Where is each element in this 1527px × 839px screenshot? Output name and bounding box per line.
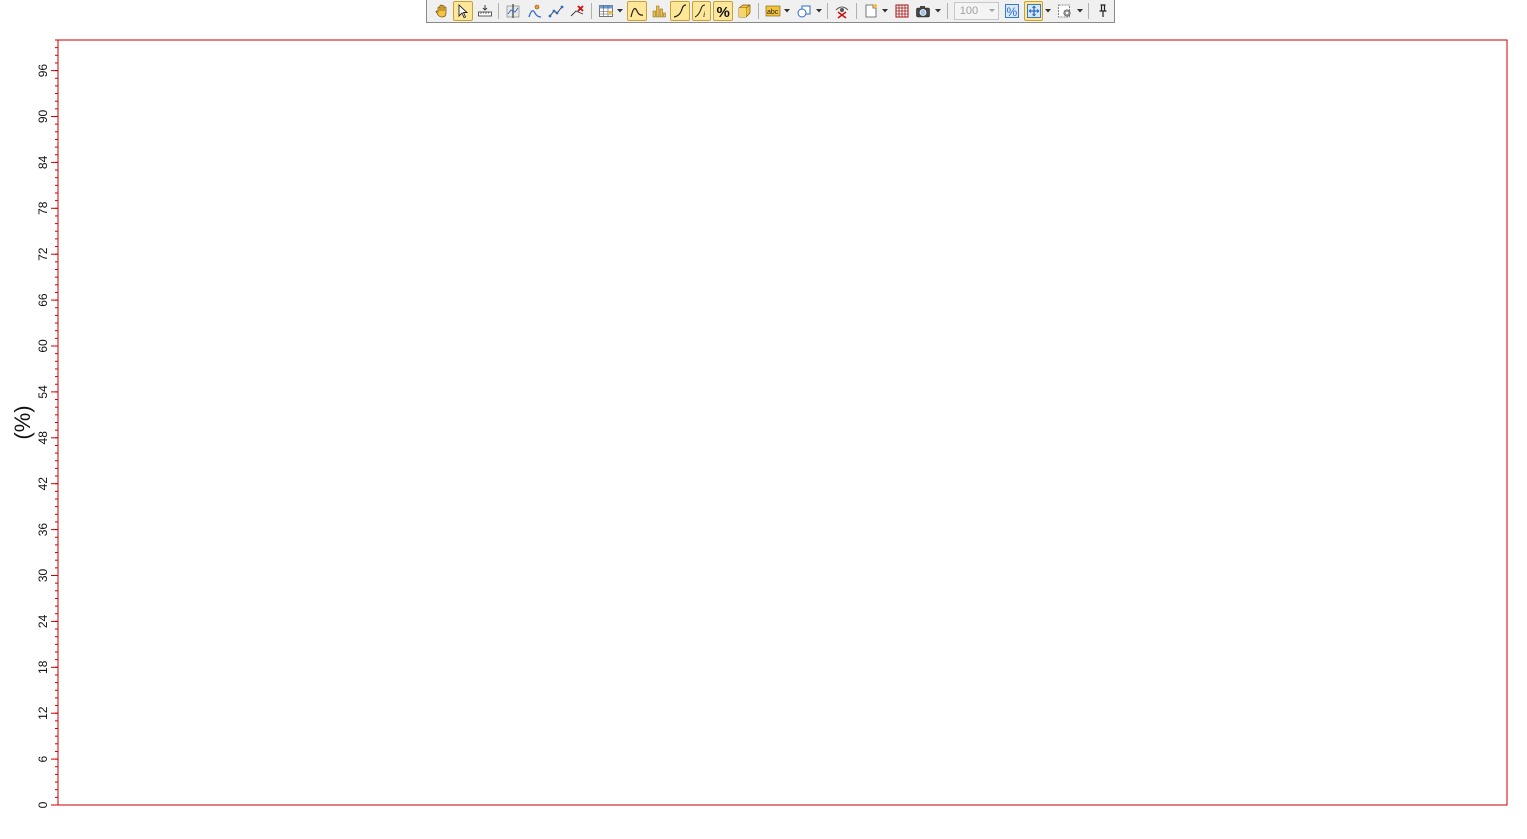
y-tick-label: 72 — [36, 247, 50, 261]
y-tick-label: 78 — [36, 201, 50, 215]
plot-frame — [57, 39, 1508, 806]
chart-area: 0 6 12 18 24 30 36 42 48 54 60 66 72 78 84 90 96 (%) — [10, 39, 1508, 808]
y-tick-label: 66 — [36, 293, 50, 307]
y-tick-label: 96 — [36, 64, 50, 78]
y-tick-label: 90 — [36, 110, 50, 124]
y-tick-label: 24 — [36, 614, 50, 628]
y-tick-label: 36 — [36, 523, 50, 537]
y-tick-label: 12 — [36, 706, 50, 720]
y-tick-label: 84 — [36, 155, 50, 169]
y-tick-label: 48 — [36, 431, 50, 445]
y-axis-label: (%) — [10, 405, 35, 439]
y-tick-label: 60 — [36, 339, 50, 353]
y-tick-label: 42 — [36, 477, 50, 491]
y-tick-label: 54 — [36, 385, 50, 399]
y-tick-label: 30 — [36, 569, 50, 583]
y-tick-label: 0 — [36, 801, 50, 808]
y-tick-label: 18 — [36, 660, 50, 674]
chart-window: i% abc 100% 0 6 12 18 24 30 36 42 48 54 60 66 72 78 84 90… — [0, 0, 1527, 839]
y-tick-label: 6 — [36, 755, 50, 762]
